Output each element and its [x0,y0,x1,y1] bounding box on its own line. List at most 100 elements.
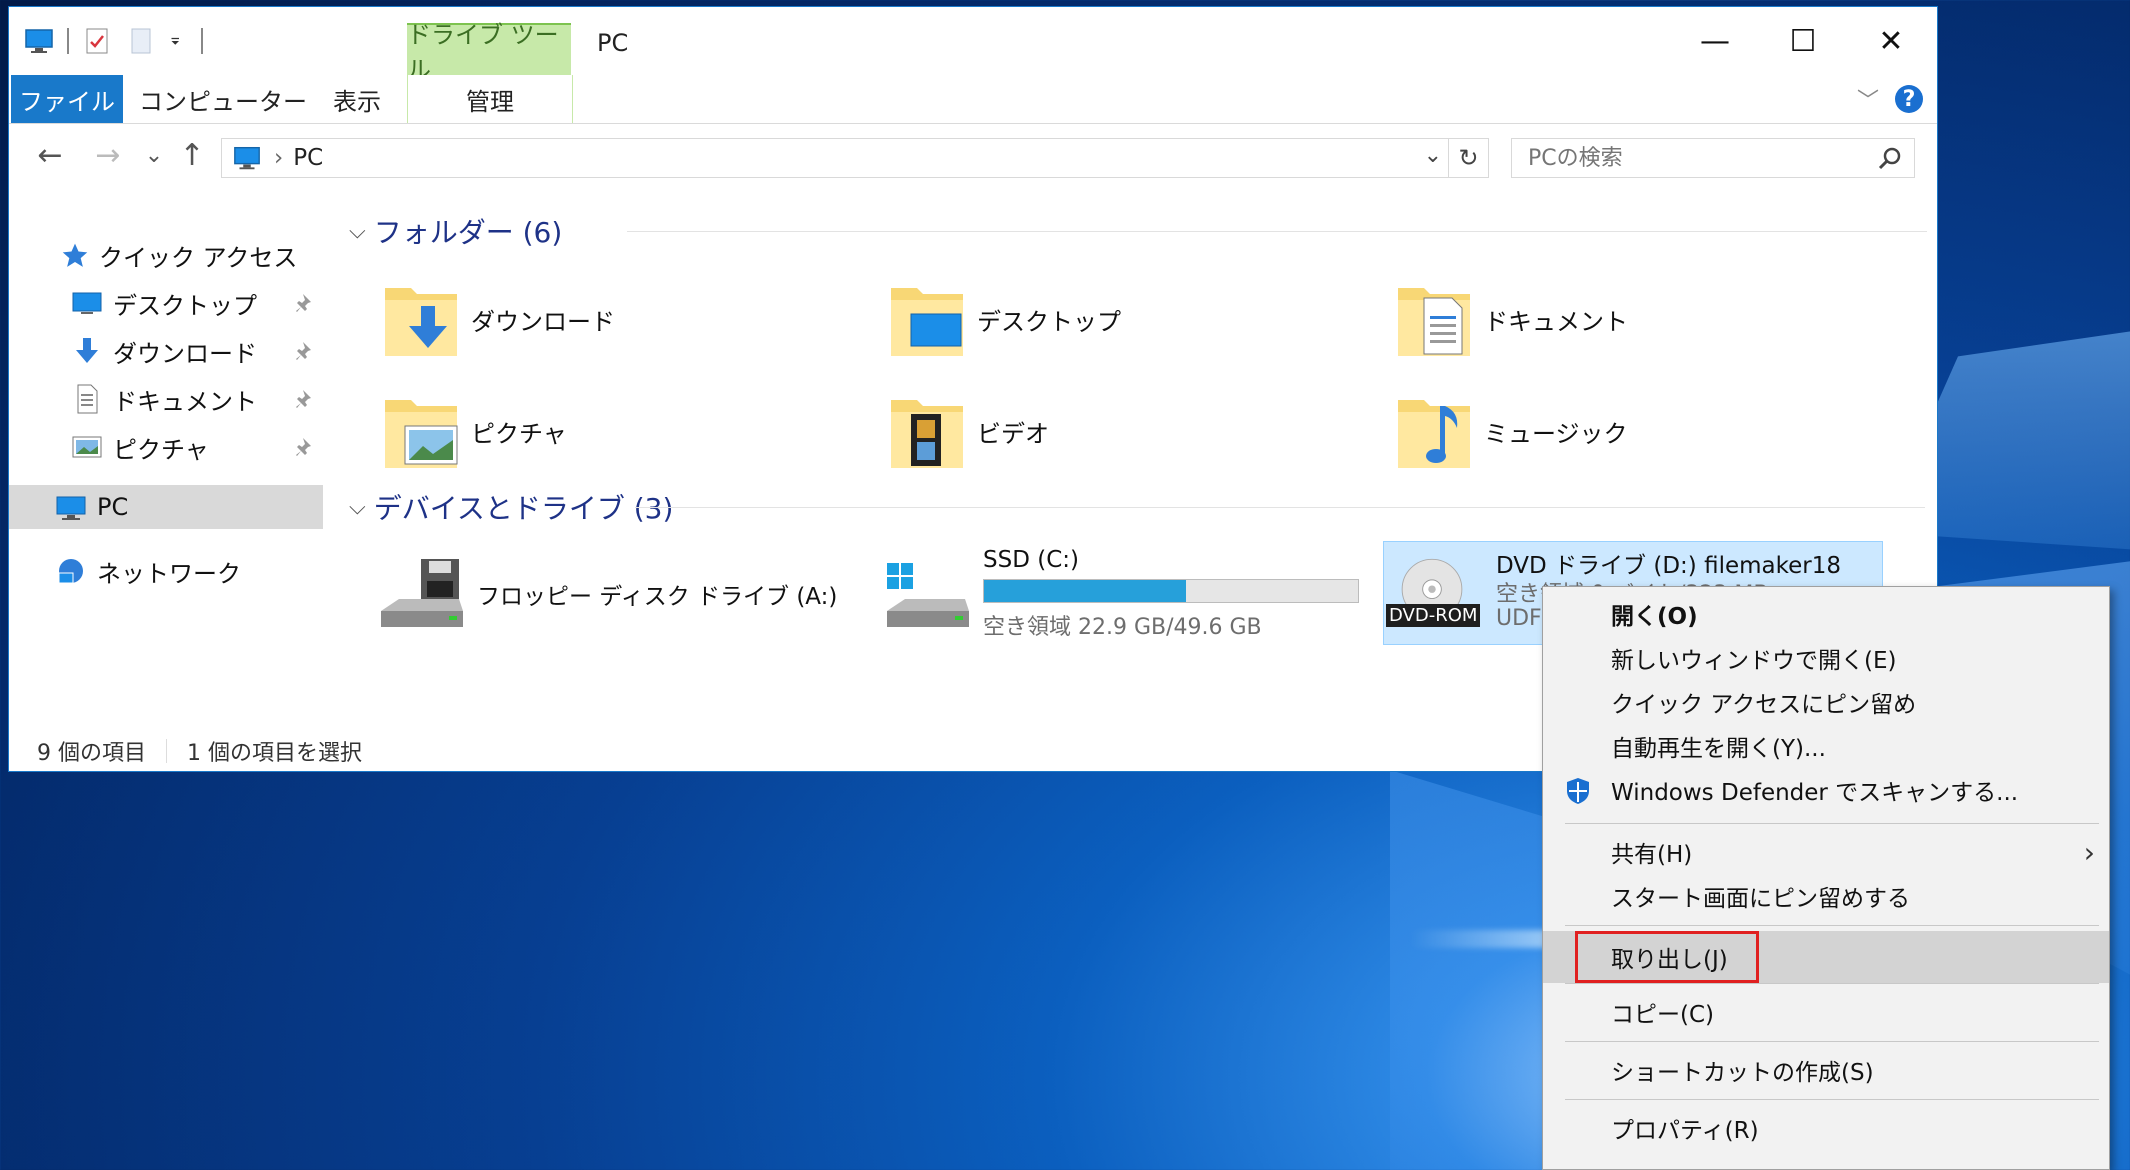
menu-separator [1565,823,2099,824]
customize-toolbar-icon[interactable] [169,25,189,57]
menu-item-autoplay[interactable]: 自動再生を開く(Y)... [1543,725,2109,767]
menu-item-label: 新しいウィンドウで開く(E) [1611,648,1897,674]
sidebar-item-quick-access[interactable]: クイック アクセス [9,233,325,277]
menu-item-label: 取り出し(J) [1611,947,1728,973]
download-folder-icon [385,288,457,356]
new-folder-icon[interactable] [125,25,157,57]
menu-item-pin-start[interactable]: スタート画面にピン留めする [1543,875,2109,917]
folder-label: ミュージック [1484,419,1628,448]
navigation-bar: ← → ⌄ ↑ › PC ⌄ ↻ [9,123,1937,189]
sidebar-item-label: ピクチャ [113,435,209,464]
pc-icon [56,496,86,520]
folder-item-pictures[interactable]: ピクチャ [381,383,821,479]
up-button[interactable]: ↑ [175,137,209,173]
selected-count: 1 個の項目を選択 [187,741,362,766]
sidebar-item-label: ダウンロード [113,339,257,368]
ribbon-expand-icon[interactable]: ﹀ [1857,83,1879,115]
menu-item-label: クイック アクセスにピン留め [1611,692,1917,718]
folder-item-desktop[interactable]: デスクトップ [887,271,1327,367]
pc-icon[interactable] [23,25,55,57]
dvd-rom-label: DVD-ROM [1386,604,1481,627]
toolbar-separator [201,28,203,54]
drive-usage-fill [984,580,1186,602]
divider [166,739,167,763]
sidebar-item-label: ネットワーク [97,559,241,588]
group-title: デバイスとドライブ (3) [373,492,674,525]
menu-item-create-shortcut[interactable]: ショートカットの作成(S) [1543,1049,2109,1091]
desktop-folder-icon [891,288,963,356]
properties-icon[interactable] [81,25,113,57]
drive-name: フロッピー ディスク ドライブ (A:) [477,584,838,610]
drive-filesystem: UDF [1496,606,1542,631]
search-icon[interactable] [1876,145,1904,173]
pin-icon[interactable] [295,436,317,458]
menu-item-copy[interactable]: コピー(C) [1543,991,2109,1033]
pin-icon[interactable] [295,292,317,314]
chevron-down-icon: ⌵ [349,218,366,244]
sidebar-item-network[interactable]: ネットワーク [9,549,325,593]
minimize-button[interactable]: — [1671,7,1759,75]
folder-item-downloads[interactable]: ダウンロード [381,271,821,367]
sidebar-item-desktop[interactable]: デスクトップ [9,281,325,325]
breadcrumb[interactable]: PC [293,145,323,171]
forward-button[interactable]: → [91,137,125,173]
close-button[interactable]: ✕ [1847,7,1935,75]
ribbon-tabs: ファイル コンピューター 表示 管理 [9,75,1937,124]
refresh-button[interactable]: ↻ [1449,138,1489,178]
address-bar[interactable]: › PC ⌄ [221,138,1449,178]
tab-computer[interactable]: コンピューター [139,75,307,123]
sidebar-item-downloads[interactable]: ダウンロード [9,329,325,373]
menu-item-open[interactable]: 開く(O) [1543,593,2109,635]
group-header-devices[interactable]: ⌵ デバイスとドライブ (3) [349,487,1929,527]
folder-label: ビデオ [977,419,1049,448]
tab-view[interactable]: 表示 [309,75,405,123]
drive-free-space: 空き領域 22.9 GB/49.6 GB [983,615,1262,640]
defender-shield-icon [1567,778,1589,804]
group-title: フォルダー (6) [373,216,563,249]
sidebar-item-pictures[interactable]: ピクチャ [9,425,325,469]
menu-item-label: 共有(H) [1611,842,1693,868]
recent-locations-button[interactable]: ⌄ [137,137,171,173]
menu-item-properties[interactable]: プロパティ(R) [1543,1107,2109,1149]
menu-item-eject[interactable]: 取り出し(J) [1543,931,2109,983]
search-box[interactable] [1511,138,1915,178]
help-icon[interactable]: ? [1895,85,1923,113]
folder-item-documents[interactable]: ドキュメント [1394,271,1834,367]
menu-item-open-new-window[interactable]: 新しいウィンドウで開く(E) [1543,637,2109,679]
maximize-button[interactable]: ☐ [1759,7,1847,75]
menu-item-label: 開く(O) [1611,604,1698,630]
menu-item-label: コピー(C) [1611,1002,1715,1028]
sidebar-item-documents[interactable]: ドキュメント [9,377,325,421]
sidebar-item-label: クイック アクセス [99,243,298,272]
download-icon [76,338,98,363]
title-bar[interactable]: ドライブ ツール PC — ☐ ✕ [9,7,1937,84]
toolbar-separator [67,28,69,54]
menu-item-defender-scan[interactable]: Windows Defender でスキャンする... [1543,769,2109,811]
menu-item-label: スタート画面にピン留めする [1611,886,1910,912]
folder-item-music[interactable]: ミュージック [1394,383,1834,479]
pin-icon[interactable] [295,340,317,362]
tab-file[interactable]: ファイル [11,75,123,123]
picture-icon [72,436,102,458]
pin-icon[interactable] [295,388,317,410]
sidebar-item-pc[interactable]: PC [9,485,323,529]
network-icon [58,559,83,584]
menu-item-pin-quick-access[interactable]: クイック アクセスにピン留め [1543,681,2109,723]
group-header-folders[interactable]: ⌵ フォルダー (6) [349,211,1929,251]
sidebar-item-label: PC [97,493,129,521]
drive-tools-header: ドライブ ツール [407,21,571,84]
drive-item-ssd[interactable]: SSD (C:) 空き領域 22.9 GB/49.6 GB [883,547,1363,643]
divider [635,507,1925,508]
drive-item-floppy[interactable]: フロッピー ディスク ドライブ (A:) [377,547,857,643]
search-input[interactable] [1526,145,1850,172]
drive-usage-bar [983,579,1359,603]
menu-item-label: プロパティ(R) [1611,1118,1759,1144]
folder-label: デスクトップ [977,307,1121,336]
breadcrumb-separator: › [274,145,284,171]
menu-separator [1565,925,2099,926]
folder-item-videos[interactable]: ビデオ [887,383,1327,479]
back-button[interactable]: ← [33,137,67,173]
address-dropdown-icon[interactable]: ⌄ [1424,143,1442,168]
menu-item-share[interactable]: 共有(H) › [1543,831,2109,873]
tab-manage[interactable]: 管理 [407,75,573,123]
